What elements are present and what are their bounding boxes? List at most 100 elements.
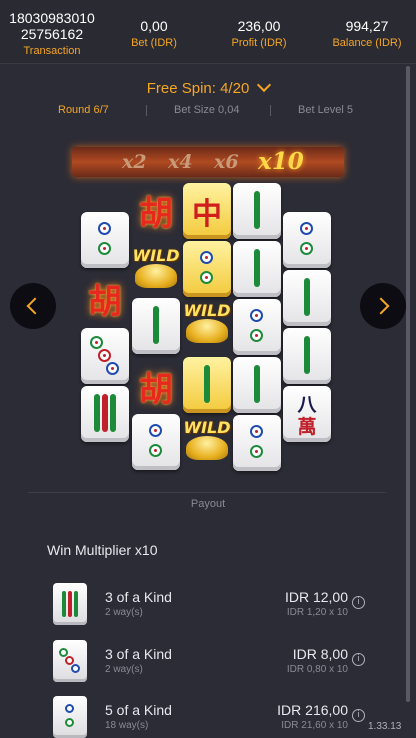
profit-value: 236,00 (237, 18, 281, 34)
gold-ingot-icon (135, 264, 177, 288)
zhong-gold-tile-icon: 中 (183, 183, 231, 239)
hu-char: 胡 (88, 282, 122, 322)
info-icon[interactable]: i (352, 596, 365, 609)
hu-symbol-icon: 胡 (129, 182, 183, 238)
wild-text: WILD (183, 418, 231, 437)
wild-symbol-icon: WILD (180, 297, 234, 357)
info-icon[interactable]: i (352, 709, 365, 722)
one-bamboo-gold-tile-icon (183, 357, 231, 413)
three-dots-tile-icon (81, 328, 129, 384)
hu-char: 胡 (139, 194, 173, 234)
hu-symbol-icon: 胡 (78, 270, 132, 326)
bamboo-stick-icon (68, 591, 72, 617)
dot-icon (200, 251, 213, 264)
payout-ways: 18 way(s) (105, 720, 149, 731)
payout-row: 5 of a Kind 18 way(s) IDR 216,00 IDR 21,… (0, 696, 416, 738)
bamboo-stick-icon (304, 278, 310, 316)
one-bamboo-tile-icon (283, 270, 331, 326)
chevron-right-icon (372, 297, 390, 315)
bamboo-stick-icon (204, 365, 210, 403)
balance-label: Balance (IDR) (332, 37, 402, 49)
multiplier-x2: x2 (122, 151, 147, 173)
next-spin-button[interactable] (360, 283, 406, 329)
payout-row: 3 of a Kind 2 way(s) IDR 8,00 IDR 0,80 x… (0, 640, 416, 688)
previous-spin-button[interactable] (10, 283, 56, 329)
bet-column: 0,00 Bet (IDR) (114, 10, 194, 50)
two-dots-tile-icon (53, 696, 87, 738)
bamboo-stick-icon (94, 394, 100, 432)
zhong-char: 中 (192, 197, 222, 232)
bet-level-text: Bet Level 5 (298, 104, 354, 116)
bamboo-stick-icon (74, 591, 78, 617)
dot-icon (98, 242, 111, 255)
bamboo-tile-icon (81, 386, 129, 442)
two-dots-tile-icon (233, 415, 281, 471)
chevron-left-icon (26, 297, 44, 315)
dot-icon (300, 222, 313, 235)
balance-value: 994,27 (345, 18, 389, 34)
dot-icon (250, 425, 263, 438)
dot-icon (250, 445, 263, 458)
payout-amount: IDR 216,00 (277, 702, 348, 718)
dot-icon (149, 444, 162, 457)
transaction-id-line1: 18030983010 (9, 10, 95, 26)
hu-char: 胡 (139, 370, 173, 410)
divider (28, 492, 386, 493)
one-bamboo-tile-icon (132, 298, 180, 354)
dot-icon (149, 424, 162, 437)
two-dots-tile-icon (233, 299, 281, 355)
win-multiplier-text: Win Multiplier x10 (47, 542, 158, 558)
wan-char: 萬 (297, 416, 317, 438)
multiplier-x4: x4 (168, 151, 193, 173)
payout-row: 3 of a Kind 2 way(s) IDR 12,00 IDR 1,20 … (0, 583, 416, 631)
three-dots-tile-icon (53, 640, 87, 682)
bamboo-stick-icon (153, 306, 159, 344)
bet-size-text: Bet Size 0,04 (174, 104, 240, 116)
profit-label: Profit (IDR) (231, 37, 287, 49)
dot-icon (106, 362, 119, 375)
balance-column: 994,27 Balance (IDR) (318, 10, 416, 50)
two-dots-gold-tile-icon (183, 241, 231, 297)
divider (146, 105, 147, 116)
bamboo-stick-icon (110, 394, 116, 432)
bamboo-stick-icon (62, 591, 66, 617)
wild-text: WILD (183, 301, 231, 320)
free-spin-dropdown[interactable]: Free Spin: 4/20 (0, 77, 416, 97)
dot-icon (300, 242, 313, 255)
dot-icon (65, 718, 74, 727)
dot-icon (98, 222, 111, 235)
wild-symbol-icon: WILD (180, 414, 234, 474)
multiplier-x6: x6 (214, 151, 239, 173)
gold-ingot-icon (186, 436, 228, 460)
bamboo-stick-icon (254, 365, 260, 403)
gold-ingot-icon (186, 319, 228, 343)
dot-icon (90, 336, 103, 349)
bet-label: Bet (IDR) (131, 37, 177, 49)
profit-column: 236,00 Profit (IDR) (218, 10, 300, 50)
payout-calculation: IDR 0,80 x 10 (286, 664, 348, 675)
one-bamboo-tile-icon (233, 183, 281, 239)
payout-calculation: IDR 21,60 x 10 (281, 720, 348, 731)
transaction-label: Transaction (23, 45, 81, 57)
payout-ways: 2 way(s) (105, 607, 143, 618)
round-text: Round 6/7 (58, 104, 109, 116)
dot-icon (98, 349, 111, 362)
one-bamboo-tile-icon (283, 328, 331, 384)
payout-label: Payout (190, 498, 226, 510)
divider (270, 105, 271, 116)
bamboo-tile-icon (53, 583, 87, 625)
payout-amount: IDR 8,00 (292, 646, 348, 662)
dot-icon (65, 704, 74, 713)
transaction-column: 18030983010 25756162 Transaction (0, 10, 104, 58)
two-dots-tile-icon (81, 212, 129, 268)
payout-calculation: IDR 1,20 x 10 (286, 607, 348, 618)
payout-combo-name: 3 of a Kind (105, 646, 172, 662)
transaction-id-line2: 25756162 (20, 26, 84, 42)
multiplier-x10-active: x10 (258, 148, 304, 175)
two-dots-tile-icon (132, 414, 180, 470)
info-icon[interactable]: i (352, 653, 365, 666)
wild-text: WILD (132, 246, 180, 265)
eight-wan-tile-icon: 八 萬 (283, 386, 331, 442)
spin-details: Round 6/7 Bet Size 0,04 Bet Level 5 (40, 104, 376, 118)
one-bamboo-tile-icon (233, 241, 281, 297)
